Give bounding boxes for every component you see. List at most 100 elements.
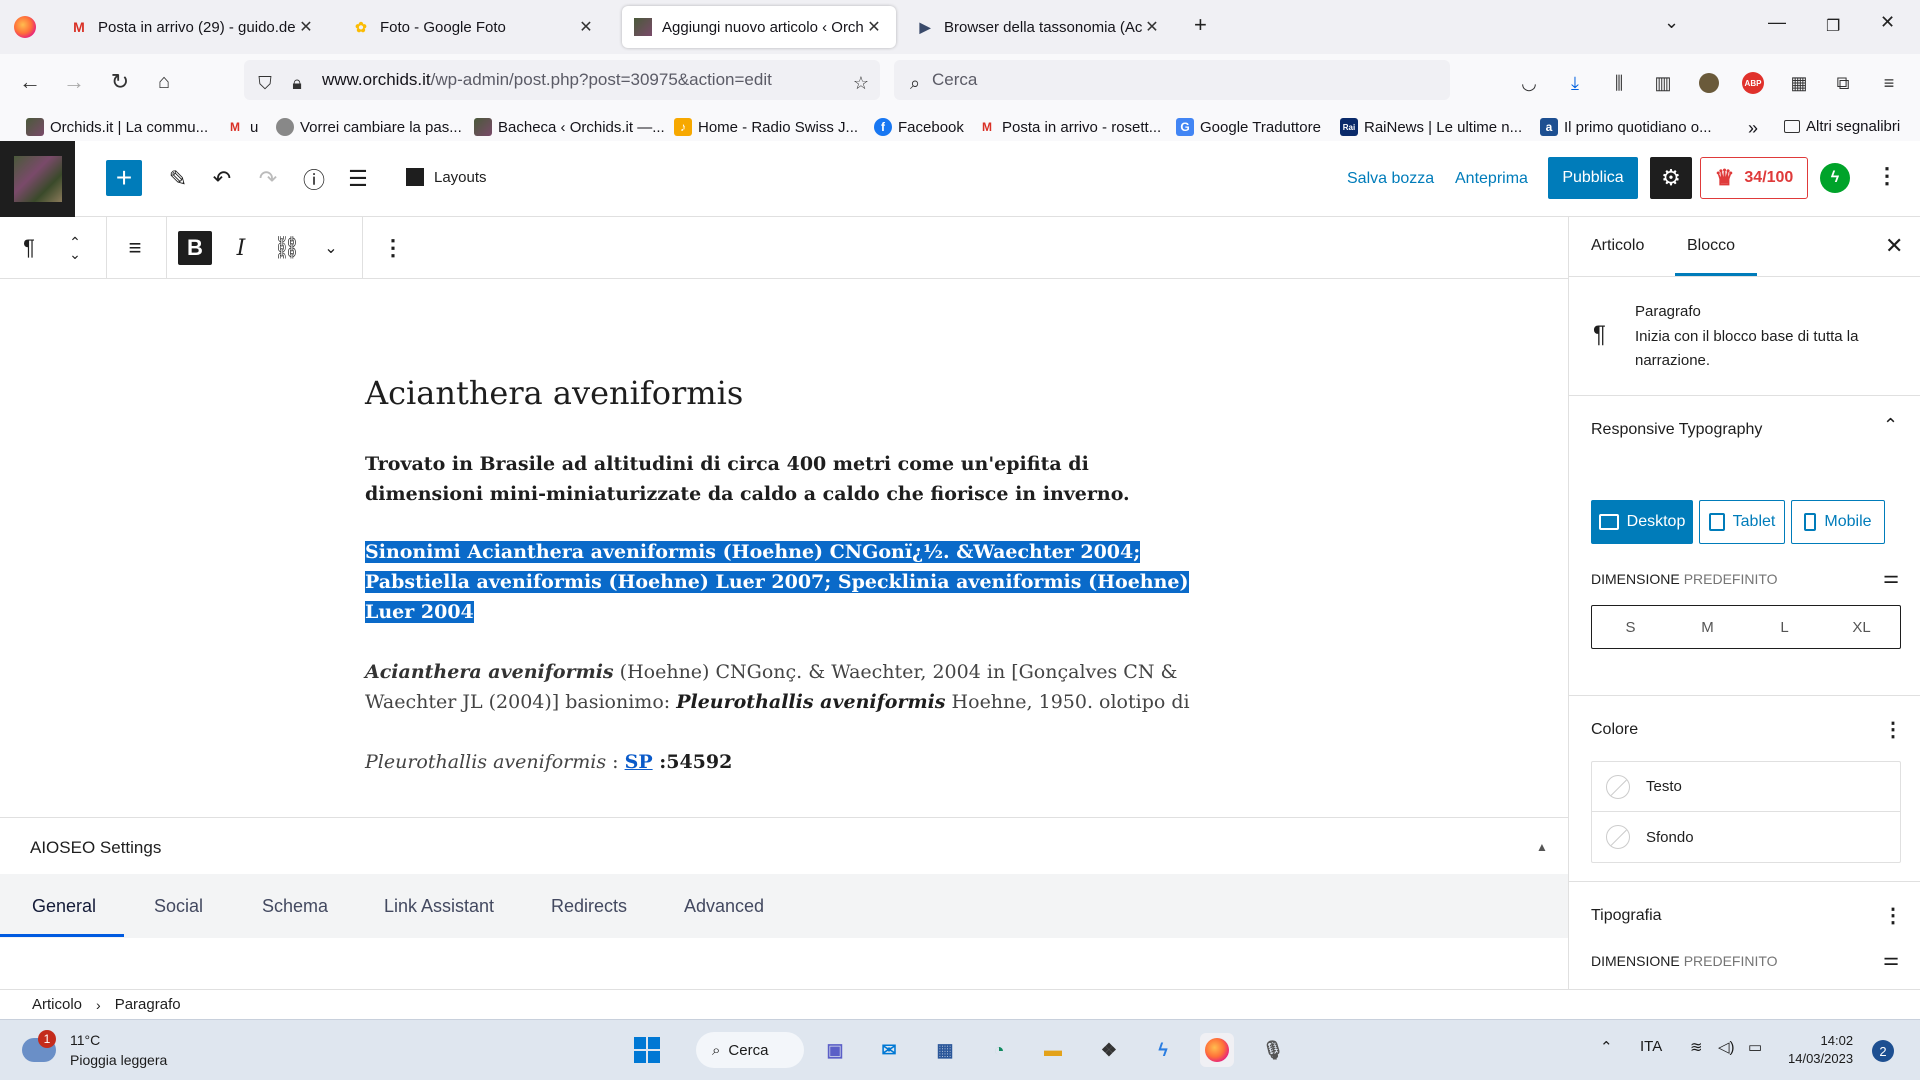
search-bar[interactable]: Cerca [894, 60, 1450, 100]
align-left-icon[interactable]: ≡ [118, 231, 152, 265]
paragraph-description[interactable]: Acianthera aveniformis (Hoehne) CNGonç. … [365, 657, 1195, 717]
paragraph-synonyms[interactable]: Sinonimi Acianthera aveniformis (Hoehne)… [365, 537, 1195, 627]
tab-post[interactable]: Articolo [1591, 237, 1644, 255]
color-panel-title[interactable]: Colore [1591, 721, 1638, 739]
microphone-icon[interactable]: 🎙︎ [1256, 1033, 1290, 1067]
bookmark-star-icon[interactable]: ☆ [848, 70, 874, 96]
layouts-button[interactable]: Layouts [406, 168, 487, 186]
tab-google-photos[interactable]: ✿ Foto - Google Foto ✕ [340, 6, 608, 48]
restore-button[interactable]: ❐ [1826, 16, 1840, 36]
redo-icon[interactable]: ↷ [250, 161, 286, 197]
tab-block[interactable]: Blocco [1687, 237, 1735, 255]
italic-button[interactable]: I [224, 231, 258, 265]
publish-button[interactable]: Pubblica [1548, 157, 1638, 199]
bookmark-item[interactable]: f Facebook [874, 118, 964, 136]
chevron-up-icon[interactable]: ⌃ [1883, 415, 1898, 436]
bookmark-item[interactable]: Rai RaiNews | Le ultime n... [1340, 118, 1522, 136]
close-icon[interactable]: ✕ [1142, 17, 1162, 37]
tab-gmail[interactable]: M Posta in arrivo (29) - guido.devi ✕ [58, 6, 328, 48]
firefox-icon[interactable] [1200, 1033, 1234, 1067]
herbarium-link[interactable]: SP [625, 751, 653, 773]
tab-social[interactable]: Social [154, 896, 203, 917]
pocket-icon[interactable]: ◡ [1516, 70, 1542, 96]
typography-panel-title[interactable]: Tipografia [1591, 907, 1662, 925]
color-item-text[interactable]: Testo [1592, 762, 1900, 812]
store-icon[interactable]: ▦ [928, 1033, 962, 1067]
app-icon[interactable]: ϟ [1146, 1033, 1180, 1067]
add-block-button[interactable]: + [106, 160, 142, 196]
bookmark-item[interactable]: ♪ Home - Radio Swiss J... [674, 118, 858, 136]
breadcrumb-item[interactable]: Paragrafo [115, 996, 181, 1013]
sliders-icon[interactable]: ⚌ [1883, 567, 1899, 588]
size-option-m[interactable]: M [1669, 606, 1746, 648]
size-option-l[interactable]: L [1746, 606, 1823, 648]
taskbar-search[interactable]: ⌕ Cerca [696, 1032, 804, 1068]
back-button[interactable]: ← [16, 68, 44, 96]
close-window-button[interactable]: ✕ [1880, 12, 1895, 33]
tab-general[interactable]: General [32, 896, 96, 917]
bold-button[interactable]: B [178, 231, 212, 265]
paragraph-intro[interactable]: Trovato in Brasile ad altitudini di circ… [365, 449, 1195, 509]
preview-button[interactable]: Anteprima [1455, 170, 1528, 188]
adblock-icon[interactable]: ABP [1740, 70, 1766, 96]
tab-taxonomy[interactable]: ▶ Browser della tassonomia (Acia ✕ [904, 6, 1174, 48]
close-icon[interactable]: ✕ [296, 17, 316, 37]
mail-icon[interactable]: ✉ [872, 1033, 906, 1067]
responsive-typography-title[interactable]: Responsive Typography [1591, 421, 1762, 439]
link-icon[interactable]: ⛓ [270, 231, 304, 265]
dropbox-icon[interactable]: ❖ [1092, 1033, 1126, 1067]
bookmark-item[interactable]: Vorrei cambiare la pas... [276, 118, 462, 136]
home-button[interactable]: ⌂ [150, 68, 178, 96]
post-title[interactable]: Acianthera aveniformis [365, 374, 743, 412]
download-icon[interactable]: ⤓ [1562, 70, 1588, 96]
weather-widget[interactable]: 1 11°C Pioggia leggera [22, 1030, 167, 1070]
library-icon[interactable]: ⫼ [1606, 70, 1632, 96]
size-option-xl[interactable]: XL [1823, 606, 1900, 648]
chevron-down-icon[interactable]: ⌄ [314, 231, 348, 265]
reload-button[interactable]: ↻ [106, 68, 134, 96]
tab-schema[interactable]: Schema [262, 896, 328, 917]
more-options-icon[interactable]: ⋮ [1883, 717, 1903, 742]
wifi-icon[interactable]: ≋ [1690, 1038, 1703, 1056]
bolt-icon[interactable]: ϟ [1820, 163, 1850, 193]
size-option-s[interactable]: S [1592, 606, 1669, 648]
barcode-icon[interactable]: ▦ [1786, 70, 1812, 96]
firefox-icon[interactable] [14, 16, 36, 38]
settings-gear-icon[interactable]: ⚙ [1650, 157, 1692, 199]
list-view-icon[interactable]: ☰ [340, 161, 376, 197]
tab-link-assistant[interactable]: Link Assistant [384, 896, 494, 917]
url-bar[interactable]: www.orchids.it /wp-admin/post.php?post=3… [244, 60, 880, 100]
seo-score-button[interactable]: ♛ 34/100 [1700, 157, 1808, 199]
chevron-right-icon[interactable]: » [1748, 118, 1758, 139]
save-draft-button[interactable]: Salva bozza [1347, 170, 1434, 188]
device-mobile-button[interactable]: Mobile [1791, 500, 1885, 544]
extensions-icon[interactable]: ⧉ [1830, 70, 1856, 96]
device-desktop-button[interactable]: Desktop [1591, 500, 1693, 544]
bookmark-item[interactable]: M Posta in arrivo - rosett... [978, 118, 1161, 136]
device-tablet-button[interactable]: Tablet [1699, 500, 1785, 544]
paragraph-icon[interactable]: ¶ [12, 231, 46, 265]
pencil-icon[interactable]: ✎ [160, 161, 196, 197]
site-icon[interactable] [0, 141, 75, 217]
shield-icon[interactable]: ⛉ [252, 70, 278, 96]
more-options-icon[interactable]: ⋮ [376, 231, 410, 265]
sidebar-icon[interactable]: ▥ [1650, 70, 1676, 96]
chevron-up-icon[interactable]: ⌃ [1600, 1038, 1613, 1056]
close-icon[interactable]: ✕ [864, 17, 884, 37]
folder-icon[interactable]: ▬ [1036, 1033, 1070, 1067]
forward-button[interactable]: → [60, 68, 88, 96]
chevron-down-icon[interactable]: ⌄ [1664, 12, 1679, 33]
edge-icon[interactable]: ◔ [982, 1033, 1016, 1067]
battery-icon[interactable]: ▭ [1748, 1038, 1762, 1056]
sliders-icon[interactable]: ⚌ [1883, 949, 1899, 970]
close-icon[interactable]: ✕ [1885, 233, 1903, 259]
move-up-down-icon[interactable]: ⌃ ⌄ [58, 231, 92, 265]
minimize-button[interactable]: — [1768, 12, 1786, 33]
teams-icon[interactable]: ▣ [818, 1033, 852, 1067]
lock-icon[interactable]: 🔒︎ [284, 70, 310, 96]
tab-advanced[interactable]: Advanced [684, 896, 764, 917]
bookmark-item[interactable]: a Il primo quotidiano o... [1540, 118, 1712, 136]
close-icon[interactable]: ✕ [576, 17, 596, 37]
bookmark-item[interactable]: Bacheca ‹ Orchids.it —... [474, 118, 665, 136]
bookmark-item[interactable]: G Google Traduttore [1176, 118, 1321, 136]
